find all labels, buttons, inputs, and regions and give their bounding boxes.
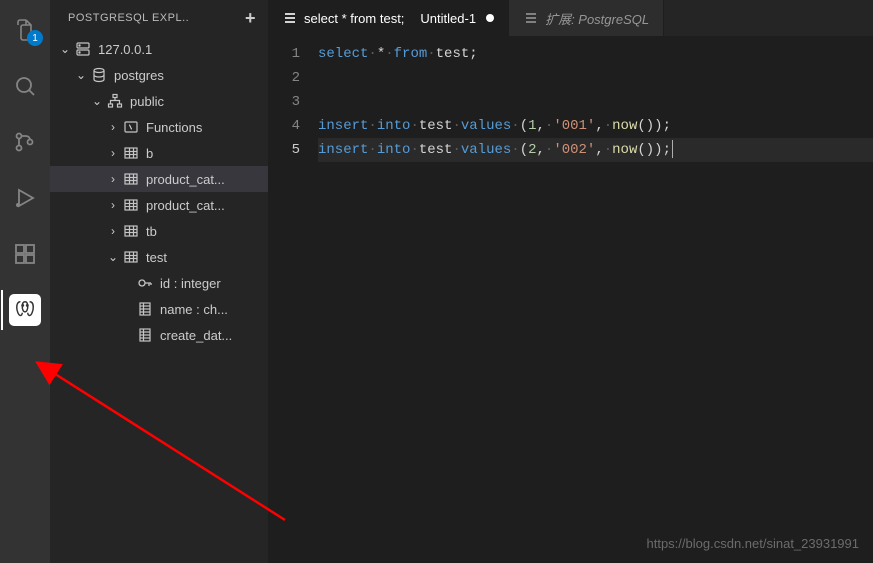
code-line: insert·into·test·values·(1,·'001',·now()…	[318, 114, 873, 138]
tree-functions[interactable]: › Functions	[50, 114, 268, 140]
list-icon	[282, 10, 298, 26]
dirty-indicator-icon	[486, 14, 494, 22]
tree-database[interactable]: ⌄ postgres	[50, 62, 268, 88]
activity-bar: 1	[0, 0, 50, 563]
tree-label: id : integer	[160, 276, 221, 291]
chevron-right-icon: ›	[106, 146, 120, 160]
tree-table-b[interactable]: › b	[50, 140, 268, 166]
tree-label: b	[146, 146, 153, 161]
sidebar: POSTGRESQL EXPL.. + ⌄ 127.0.0.1 ⌄ postgr…	[50, 0, 268, 563]
line-number: 5	[268, 138, 300, 162]
line-number: 2	[268, 66, 300, 90]
tree-label: create_dat...	[160, 328, 232, 343]
chevron-right-icon: ›	[106, 224, 120, 238]
chevron-right-icon: ›	[106, 120, 120, 134]
tab-filename: Untitled-1	[420, 11, 476, 26]
tab-query-text: select * from test;	[304, 11, 404, 26]
editor-tabs: select * from test; Untitled-1 扩展: Postg…	[268, 0, 873, 36]
tree-server[interactable]: ⌄ 127.0.0.1	[50, 36, 268, 62]
postgresql-icon	[9, 294, 41, 326]
tree-table-product-cat-1[interactable]: › product_cat...	[50, 166, 268, 192]
code-editor[interactable]: 1 2 3 4 5 select·*·from·test; insert·int…	[268, 36, 873, 563]
tree-label: public	[130, 94, 164, 109]
chevron-right-icon: ›	[106, 172, 120, 186]
tree-table-test[interactable]: ⌄ test	[50, 244, 268, 270]
code-line	[318, 66, 873, 90]
tree-label: tb	[146, 224, 157, 239]
functions-icon	[122, 119, 140, 135]
tree-label: name : ch...	[160, 302, 228, 317]
chevron-right-icon: ›	[106, 198, 120, 212]
list-icon	[523, 10, 539, 26]
sidebar-header: POSTGRESQL EXPL.. +	[50, 0, 268, 36]
activity-explorer[interactable]: 1	[1, 10, 49, 50]
column-icon	[136, 301, 154, 317]
tree-column-id[interactable]: id : integer	[50, 270, 268, 296]
tree-label: Functions	[146, 120, 202, 135]
key-icon	[136, 275, 154, 291]
chevron-down-icon: ⌄	[74, 68, 88, 82]
tree-column-name[interactable]: name : ch...	[50, 296, 268, 322]
tree-table-product-cat-2[interactable]: › product_cat...	[50, 192, 268, 218]
tree-label: product_cat...	[146, 198, 225, 213]
text-cursor	[672, 140, 673, 158]
table-icon	[122, 171, 140, 187]
editor-area: select * from test; Untitled-1 扩展: Postg…	[268, 0, 873, 563]
line-gutter: 1 2 3 4 5	[268, 42, 318, 563]
line-number: 1	[268, 42, 300, 66]
activity-search[interactable]	[1, 66, 49, 106]
table-icon	[122, 223, 140, 239]
column-icon	[136, 327, 154, 343]
sidebar-title: POSTGRESQL EXPL..	[68, 12, 245, 24]
activity-scm[interactable]	[1, 122, 49, 162]
tree-column-create-dat[interactable]: create_dat...	[50, 322, 268, 348]
chevron-down-icon: ⌄	[90, 94, 104, 108]
connection-tree: ⌄ 127.0.0.1 ⌄ postgres ⌄ public ›	[50, 36, 268, 563]
server-icon	[74, 41, 92, 57]
database-icon	[90, 67, 108, 83]
activity-extensions[interactable]	[1, 234, 49, 274]
explorer-badge: 1	[27, 30, 43, 46]
code-line: select·*·from·test;	[318, 42, 873, 66]
tab-label: 扩展: PostgreSQL	[545, 9, 649, 28]
chevron-down-icon: ⌄	[106, 250, 120, 264]
tab-extension-postgresql[interactable]: 扩展: PostgreSQL	[509, 0, 664, 36]
tree-label: test	[146, 250, 167, 265]
code-content: select·*·from·test; insert·into·test·val…	[318, 42, 873, 563]
activity-postgresql[interactable]	[1, 290, 49, 330]
tree-label: product_cat...	[146, 172, 225, 187]
table-icon	[122, 197, 140, 213]
tree-label: 127.0.0.1	[98, 42, 152, 57]
chevron-down-icon: ⌄	[58, 42, 72, 56]
tab-sql-untitled[interactable]: select * from test; Untitled-1	[268, 0, 509, 36]
activity-debug[interactable]	[1, 178, 49, 218]
tree-table-tb[interactable]: › tb	[50, 218, 268, 244]
table-icon	[122, 249, 140, 265]
schema-icon	[106, 93, 124, 109]
code-line: insert·into·test·values·(2,·'002',·now()…	[318, 138, 873, 162]
code-line	[318, 90, 873, 114]
table-icon	[122, 145, 140, 161]
tree-schema[interactable]: ⌄ public	[50, 88, 268, 114]
watermark-text: https://blog.csdn.net/sinat_23931991	[647, 536, 860, 551]
add-connection-button[interactable]: +	[245, 8, 256, 29]
tree-label: postgres	[114, 68, 164, 83]
line-number: 4	[268, 114, 300, 138]
line-number: 3	[268, 90, 300, 114]
